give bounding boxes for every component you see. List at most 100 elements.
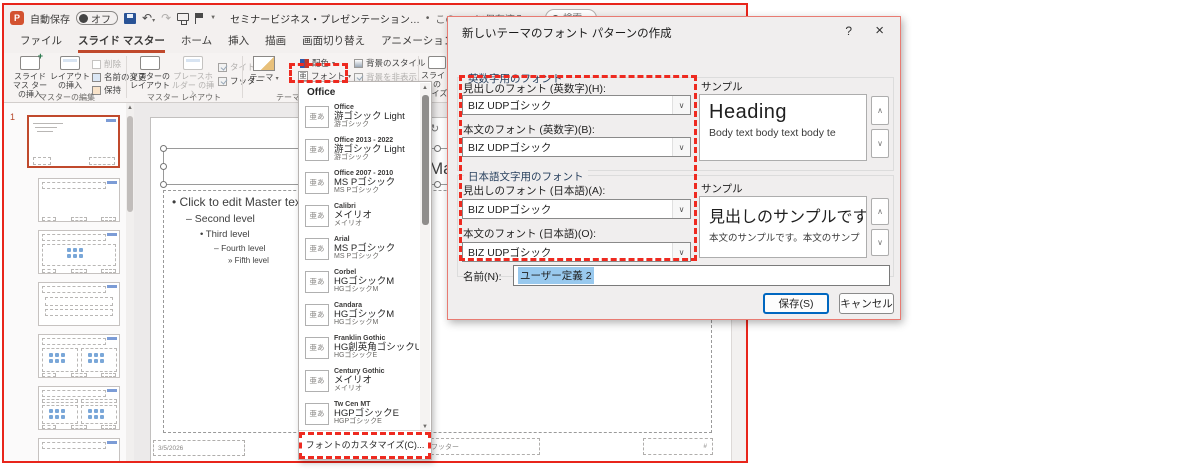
scrollbar-thumb[interactable] [127, 116, 133, 212]
slide-size-icon [428, 56, 446, 69]
tab-5[interactable]: 描画 [257, 30, 294, 53]
tab-1[interactable]: ファイル [12, 30, 70, 53]
close-icon[interactable]: × [875, 22, 884, 39]
font-scheme-option-8[interactable]: 亜あ Franklin Gothic HG創英角ゴシックUB HGゴシックE [299, 331, 419, 364]
slide-number-label: 1 [10, 112, 16, 122]
name-input[interactable]: ユーザー定義 2 [513, 265, 890, 286]
selection-handle[interactable] [160, 163, 167, 170]
slideshow-icon[interactable] [177, 13, 190, 25]
font-scheme-option-6[interactable]: 亜あ Corbel HGゴシックM HGゴシックM [299, 265, 419, 298]
thumbnail-scrollbar[interactable]: ▲ [126, 103, 134, 461]
theme-button[interactable]: テーマ ▾ [246, 55, 282, 83]
flag-icon[interactable] [195, 12, 204, 24]
font-scheme-option-9[interactable]: 亜あ Century Gothic メイリオ メイリオ [299, 364, 419, 397]
sample-scroll-up-button[interactable]: ∧ [871, 198, 889, 225]
theme-logo-mark [107, 389, 117, 392]
dropdown-scrollbar[interactable]: ▲ ▼ [420, 83, 430, 432]
font-scheme-icon: 亜あ [305, 402, 329, 425]
jp-sample-heading: 見出しのサンプルです [709, 209, 867, 226]
latin-sample-label: サンプル [701, 81, 743, 93]
save-button[interactable]: 保存(S) [763, 293, 829, 314]
latin-body-font-combo[interactable]: BIZ UDPゴシック ∨ [462, 137, 691, 157]
colors-icon [300, 58, 309, 68]
font-scheme-icon: 亜あ [305, 270, 329, 293]
name-label: 名前(N): [463, 271, 502, 283]
latin-sample-body: Body text body text body te [709, 127, 836, 139]
slidenumber-placeholder[interactable]: # [643, 438, 713, 455]
sample-scroll-down-button[interactable]: ∨ [871, 129, 889, 158]
selection-handle[interactable] [434, 145, 441, 152]
slide-thumbnail-7[interactable] [38, 438, 120, 461]
qat-customize-icon[interactable]: ▼ [210, 15, 216, 21]
chevron-down-icon[interactable]: ∨ [672, 138, 690, 156]
theme-label: テーマ [249, 73, 274, 82]
font-scheme-list: 亜あ Office 游ゴシック Light 游ゴシック 亜あ Office 2013 - … [299, 100, 419, 430]
font-scheme-option-3[interactable]: 亜あ Office 2007 - 2010 MS Pゴシック MS Pゴシック [299, 166, 419, 199]
master-layout-label: マスターの レイアウト [130, 72, 170, 91]
rename-icon [92, 72, 101, 82]
font-scheme-icon: 亜あ [305, 105, 329, 128]
cancel-button[interactable]: キャンセル [839, 293, 894, 314]
slide-thumbnail-2[interactable] [38, 178, 120, 222]
jp-body-font-label: 本文のフォント (日本語)(O): [463, 228, 596, 240]
slide-thumbnail-3[interactable] [38, 230, 120, 274]
save-icon[interactable] [124, 12, 136, 24]
redo-icon: ↷ [161, 11, 172, 25]
latin-body-font-label: 本文のフォント (英数字)(B): [463, 124, 595, 136]
scroll-up-icon[interactable]: ▲ [126, 105, 134, 111]
title-separator: • [425, 12, 430, 24]
background-styles-icon [354, 58, 363, 68]
tab-6[interactable]: 画面切り替え [294, 30, 373, 53]
font-scheme-option-2[interactable]: 亜あ Office 2013 - 2022 游ゴシック Light 游ゴシック [299, 133, 419, 166]
font-scheme-option-1[interactable]: 亜あ Office 游ゴシック Light 游ゴシック [299, 100, 419, 133]
scrollbar-thumb[interactable] [421, 95, 429, 225]
colors-button[interactable]: 配色 ▾ [300, 57, 335, 69]
font-scheme-icon: 亜あ [305, 336, 329, 359]
font-scheme-icon: 亜あ [305, 138, 329, 161]
tab-2[interactable]: スライド マスター [70, 30, 173, 53]
font-scheme-option-5[interactable]: 亜あ Arial MS Pゴシック MS Pゴシック [299, 232, 419, 265]
theme-fonts-dropdown: Office 亜あ Office 游ゴシック Light 游ゴシック 亜あ Office … [298, 81, 432, 460]
chevron-down-icon[interactable]: ∨ [672, 96, 690, 114]
autosave-state: オフ [91, 14, 111, 26]
selection-handle[interactable] [160, 181, 167, 188]
insert-layout-button[interactable]: レイアウト の挿入 [50, 55, 90, 90]
checkbox-icon [218, 76, 227, 86]
scroll-up-icon[interactable]: ▲ [420, 85, 430, 91]
toggle-knob-icon [79, 13, 88, 23]
jp-sample-box: 見出しのサンプルです 本文のサンプルです。本文のサンプ [699, 196, 867, 258]
slide-thumbnail-4[interactable] [38, 282, 120, 326]
tab-4[interactable]: 挿入 [220, 30, 257, 53]
jp-heading-font-combo[interactable]: BIZ UDPゴシック ∨ [462, 199, 691, 219]
sample-scroll-up-button[interactable]: ∧ [871, 96, 889, 125]
slide-thumbnail-1[interactable] [27, 115, 120, 168]
slide-thumbnail-6[interactable] [38, 386, 120, 430]
selection-handle[interactable] [160, 145, 167, 152]
font-scheme-option-4[interactable]: 亜あ Calibri メイリオ メイリオ [299, 199, 419, 232]
date-placeholder[interactable]: 3/5/2026 [153, 440, 245, 456]
date-text: 3/5/2026 [158, 444, 184, 452]
selection-handle[interactable] [434, 181, 441, 188]
master-layout-button[interactable]: マスターの レイアウト [130, 55, 170, 90]
chevron-down-icon[interactable]: ∨ [672, 200, 690, 218]
jp-sample-label: サンプル [701, 183, 743, 195]
slide-thumbnail-5[interactable] [38, 334, 120, 378]
powerpoint-logo-icon: P [10, 11, 24, 25]
dropdown-section-header: Office [307, 87, 336, 98]
undo-icon[interactable]: ↶▾ [142, 12, 155, 24]
sample-scroll-down-button[interactable]: ∨ [871, 229, 889, 256]
jp-body-font-combo[interactable]: BIZ UDPゴシック ∨ [462, 242, 691, 262]
autosave-toggle[interactable]: オフ [76, 11, 118, 26]
help-icon[interactable]: ? [845, 24, 852, 38]
checkbox-icon [218, 62, 227, 72]
master-layout-icon [140, 56, 160, 70]
font-scheme-option-10[interactable]: 亜あ Tw Cen MT HGPゴシックE HGPゴシックE [299, 397, 419, 430]
latin-heading-font-combo[interactable]: BIZ UDPゴシック ∨ [462, 95, 691, 115]
tab-3[interactable]: ホーム [173, 30, 220, 53]
theme-logo-mark [107, 181, 117, 184]
slide-thumbnail-panel [4, 103, 126, 461]
font-scheme-option-7[interactable]: 亜あ Candara HGゴシックM HGゴシックM [299, 298, 419, 331]
delete-icon [92, 59, 101, 69]
customize-fonts-menu-item[interactable]: フォントのカスタマイズ(C)... [299, 433, 431, 456]
chevron-down-icon[interactable]: ∨ [672, 243, 690, 261]
